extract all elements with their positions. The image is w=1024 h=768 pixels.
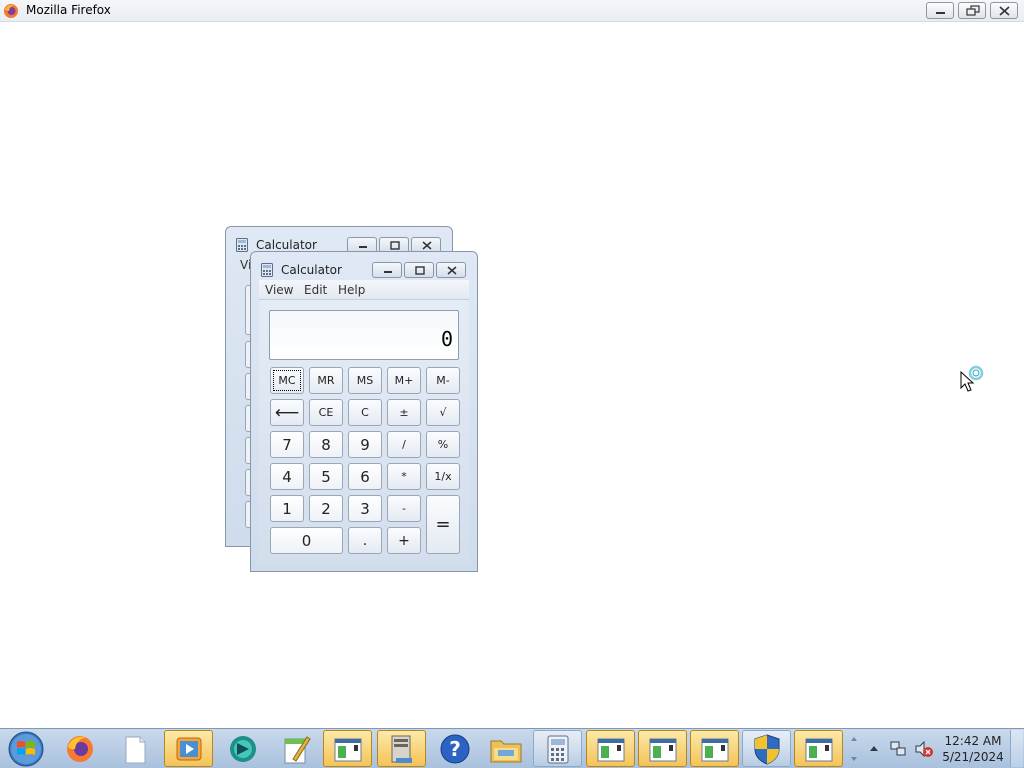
taskbar-scroll-arrows[interactable] <box>848 731 860 767</box>
window-icon <box>597 738 625 762</box>
key-decimal[interactable]: . <box>348 527 382 554</box>
taskbar-server-button[interactable] <box>377 730 426 767</box>
key-0[interactable]: 0 <box>270 527 343 554</box>
calculator-window[interactable]: Calculator View Edit Help 0 MC MR MS M+ … <box>250 251 478 572</box>
firefox-titlebar: Mozilla Firefox <box>0 0 1024 22</box>
calc-close-button[interactable] <box>436 262 466 278</box>
taskbar-help-button[interactable]: ? <box>430 730 479 767</box>
minimize-icon <box>936 12 945 14</box>
start-button[interactable] <box>6 730 46 768</box>
show-desktop-button[interactable] <box>1010 730 1023 767</box>
key-1[interactable]: 1 <box>270 495 304 522</box>
taskbar-window-button-1[interactable] <box>323 730 372 767</box>
document-icon <box>125 736 146 764</box>
key-divide[interactable]: / <box>387 431 421 458</box>
globe-app-icon <box>230 736 256 762</box>
taskbar: ? 12:42 AM 5/21/2024 <box>0 728 1024 768</box>
folder-icon <box>490 740 522 763</box>
taskbar-firefox-button[interactable] <box>55 730 104 767</box>
calculator-icon <box>261 263 273 277</box>
key-3[interactable]: 3 <box>348 495 382 522</box>
window-title: Mozilla Firefox <box>26 3 111 17</box>
window-icon <box>701 738 729 762</box>
firefox-icon <box>4 4 18 18</box>
display-value: 0 <box>440 327 453 351</box>
taskbar-calculator-button[interactable] <box>533 730 582 767</box>
window-icon <box>334 738 362 762</box>
key-m-plus[interactable]: M+ <box>387 367 421 394</box>
window-icon <box>805 738 833 762</box>
calculator-display: 0 <box>269 310 459 360</box>
calc-maximize-button[interactable] <box>404 262 434 278</box>
key-percent[interactable]: % <box>426 431 460 458</box>
maximize-icon <box>415 266 425 275</box>
calculator-title: Calculator <box>281 263 342 277</box>
key-5[interactable]: 5 <box>309 463 343 490</box>
menu-help[interactable]: Help <box>338 283 365 297</box>
show-hidden-icons-icon[interactable] <box>868 743 880 755</box>
taskbar-editor-button[interactable] <box>270 730 319 767</box>
key-8[interactable]: 8 <box>309 431 343 458</box>
key-4[interactable]: 4 <box>270 463 304 490</box>
close-icon <box>999 6 1010 16</box>
svg-text:?: ? <box>449 737 461 761</box>
key-ce[interactable]: CE <box>309 399 343 426</box>
key-plus-minus[interactable]: ± <box>387 399 421 426</box>
taskbar-window-button-5[interactable] <box>794 730 843 767</box>
taskbar-explorer-button[interactable] <box>481 730 530 767</box>
close-button[interactable] <box>990 2 1018 19</box>
help-icon: ? <box>440 734 470 764</box>
firefox-icon <box>67 736 93 762</box>
taskbar-file-button[interactable] <box>110 730 159 767</box>
clock-time[interactable]: 12:42 AM <box>938 734 1008 748</box>
taskbar-window-button-2[interactable] <box>586 730 635 767</box>
taskbar-app-button[interactable] <box>218 730 267 767</box>
taskbar-window-button-4[interactable] <box>690 730 739 767</box>
close-icon <box>447 266 457 275</box>
server-icon <box>391 735 412 763</box>
volume-muted-icon[interactable] <box>914 740 934 758</box>
key-c[interactable]: C <box>348 399 382 426</box>
network-icon[interactable] <box>889 740 907 758</box>
notepad-pen-icon <box>284 736 311 764</box>
busy-cursor-icon <box>960 365 984 392</box>
key-mc[interactable]: MC <box>270 367 304 394</box>
key-2[interactable]: 2 <box>309 495 343 522</box>
key-equals[interactable]: = <box>426 495 460 554</box>
calculator-title: Calculator <box>256 238 317 252</box>
menu-view[interactable]: View <box>265 283 293 297</box>
key-subtract[interactable]: - <box>387 495 421 522</box>
minimize-icon <box>384 271 392 273</box>
taskbar-security-button[interactable] <box>742 730 791 767</box>
calculator-body: 0 MC MR MS M+ M- ⟵ CE C ± √ 7 8 9 / % 4 … <box>259 300 469 564</box>
calculator-menubar: View Edit Help <box>259 280 469 300</box>
key-multiply[interactable]: * <box>387 463 421 490</box>
calculator-icon <box>236 238 248 252</box>
key-mr[interactable]: MR <box>309 367 343 394</box>
window-icon <box>649 738 677 762</box>
key-ms[interactable]: MS <box>348 367 382 394</box>
key-6[interactable]: 6 <box>348 463 382 490</box>
menu-edit[interactable]: Edit <box>304 283 327 297</box>
key-7[interactable]: 7 <box>270 431 304 458</box>
key-reciprocal[interactable]: 1/x <box>426 463 460 490</box>
restore-button[interactable] <box>958 2 986 19</box>
restore-icon <box>966 5 980 16</box>
key-m-minus[interactable]: M- <box>426 367 460 394</box>
calculator-icon <box>547 735 569 764</box>
taskbar-media-player-button[interactable] <box>164 730 213 767</box>
key-backspace[interactable]: ⟵ <box>270 399 304 426</box>
taskbar-window-button-3[interactable] <box>638 730 687 767</box>
key-9[interactable]: 9 <box>348 431 382 458</box>
calc-minimize-button[interactable] <box>372 262 402 278</box>
clock-date[interactable]: 5/21/2024 <box>938 750 1008 764</box>
key-add[interactable]: + <box>387 527 421 554</box>
shield-icon <box>754 734 780 765</box>
media-player-icon <box>176 737 202 761</box>
key-sqrt[interactable]: √ <box>426 399 460 426</box>
minimize-button[interactable] <box>926 2 954 19</box>
